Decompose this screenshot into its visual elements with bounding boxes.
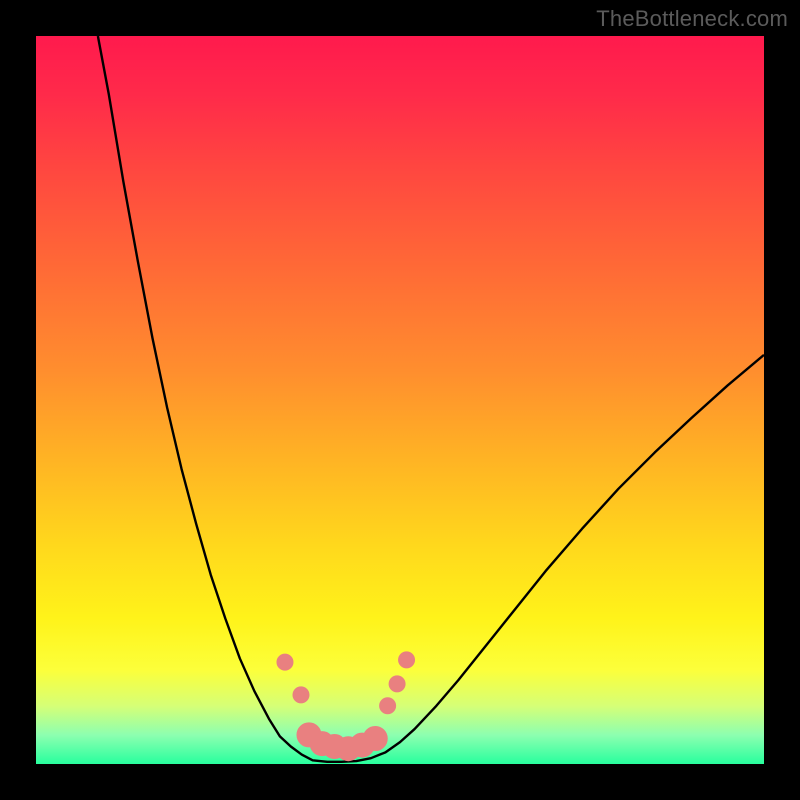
bottleneck-curve — [98, 36, 764, 762]
data-marker — [363, 727, 387, 751]
chart-frame: TheBottleneck.com — [0, 0, 800, 800]
data-marker — [293, 687, 309, 703]
plot-area — [36, 36, 764, 764]
data-marker — [380, 698, 396, 714]
data-marker — [399, 652, 415, 668]
watermark-text: TheBottleneck.com — [596, 6, 788, 32]
data-marker — [389, 676, 405, 692]
curve-group — [98, 36, 764, 762]
chart-svg — [36, 36, 764, 764]
marker-group — [277, 652, 415, 761]
data-marker — [277, 654, 293, 670]
